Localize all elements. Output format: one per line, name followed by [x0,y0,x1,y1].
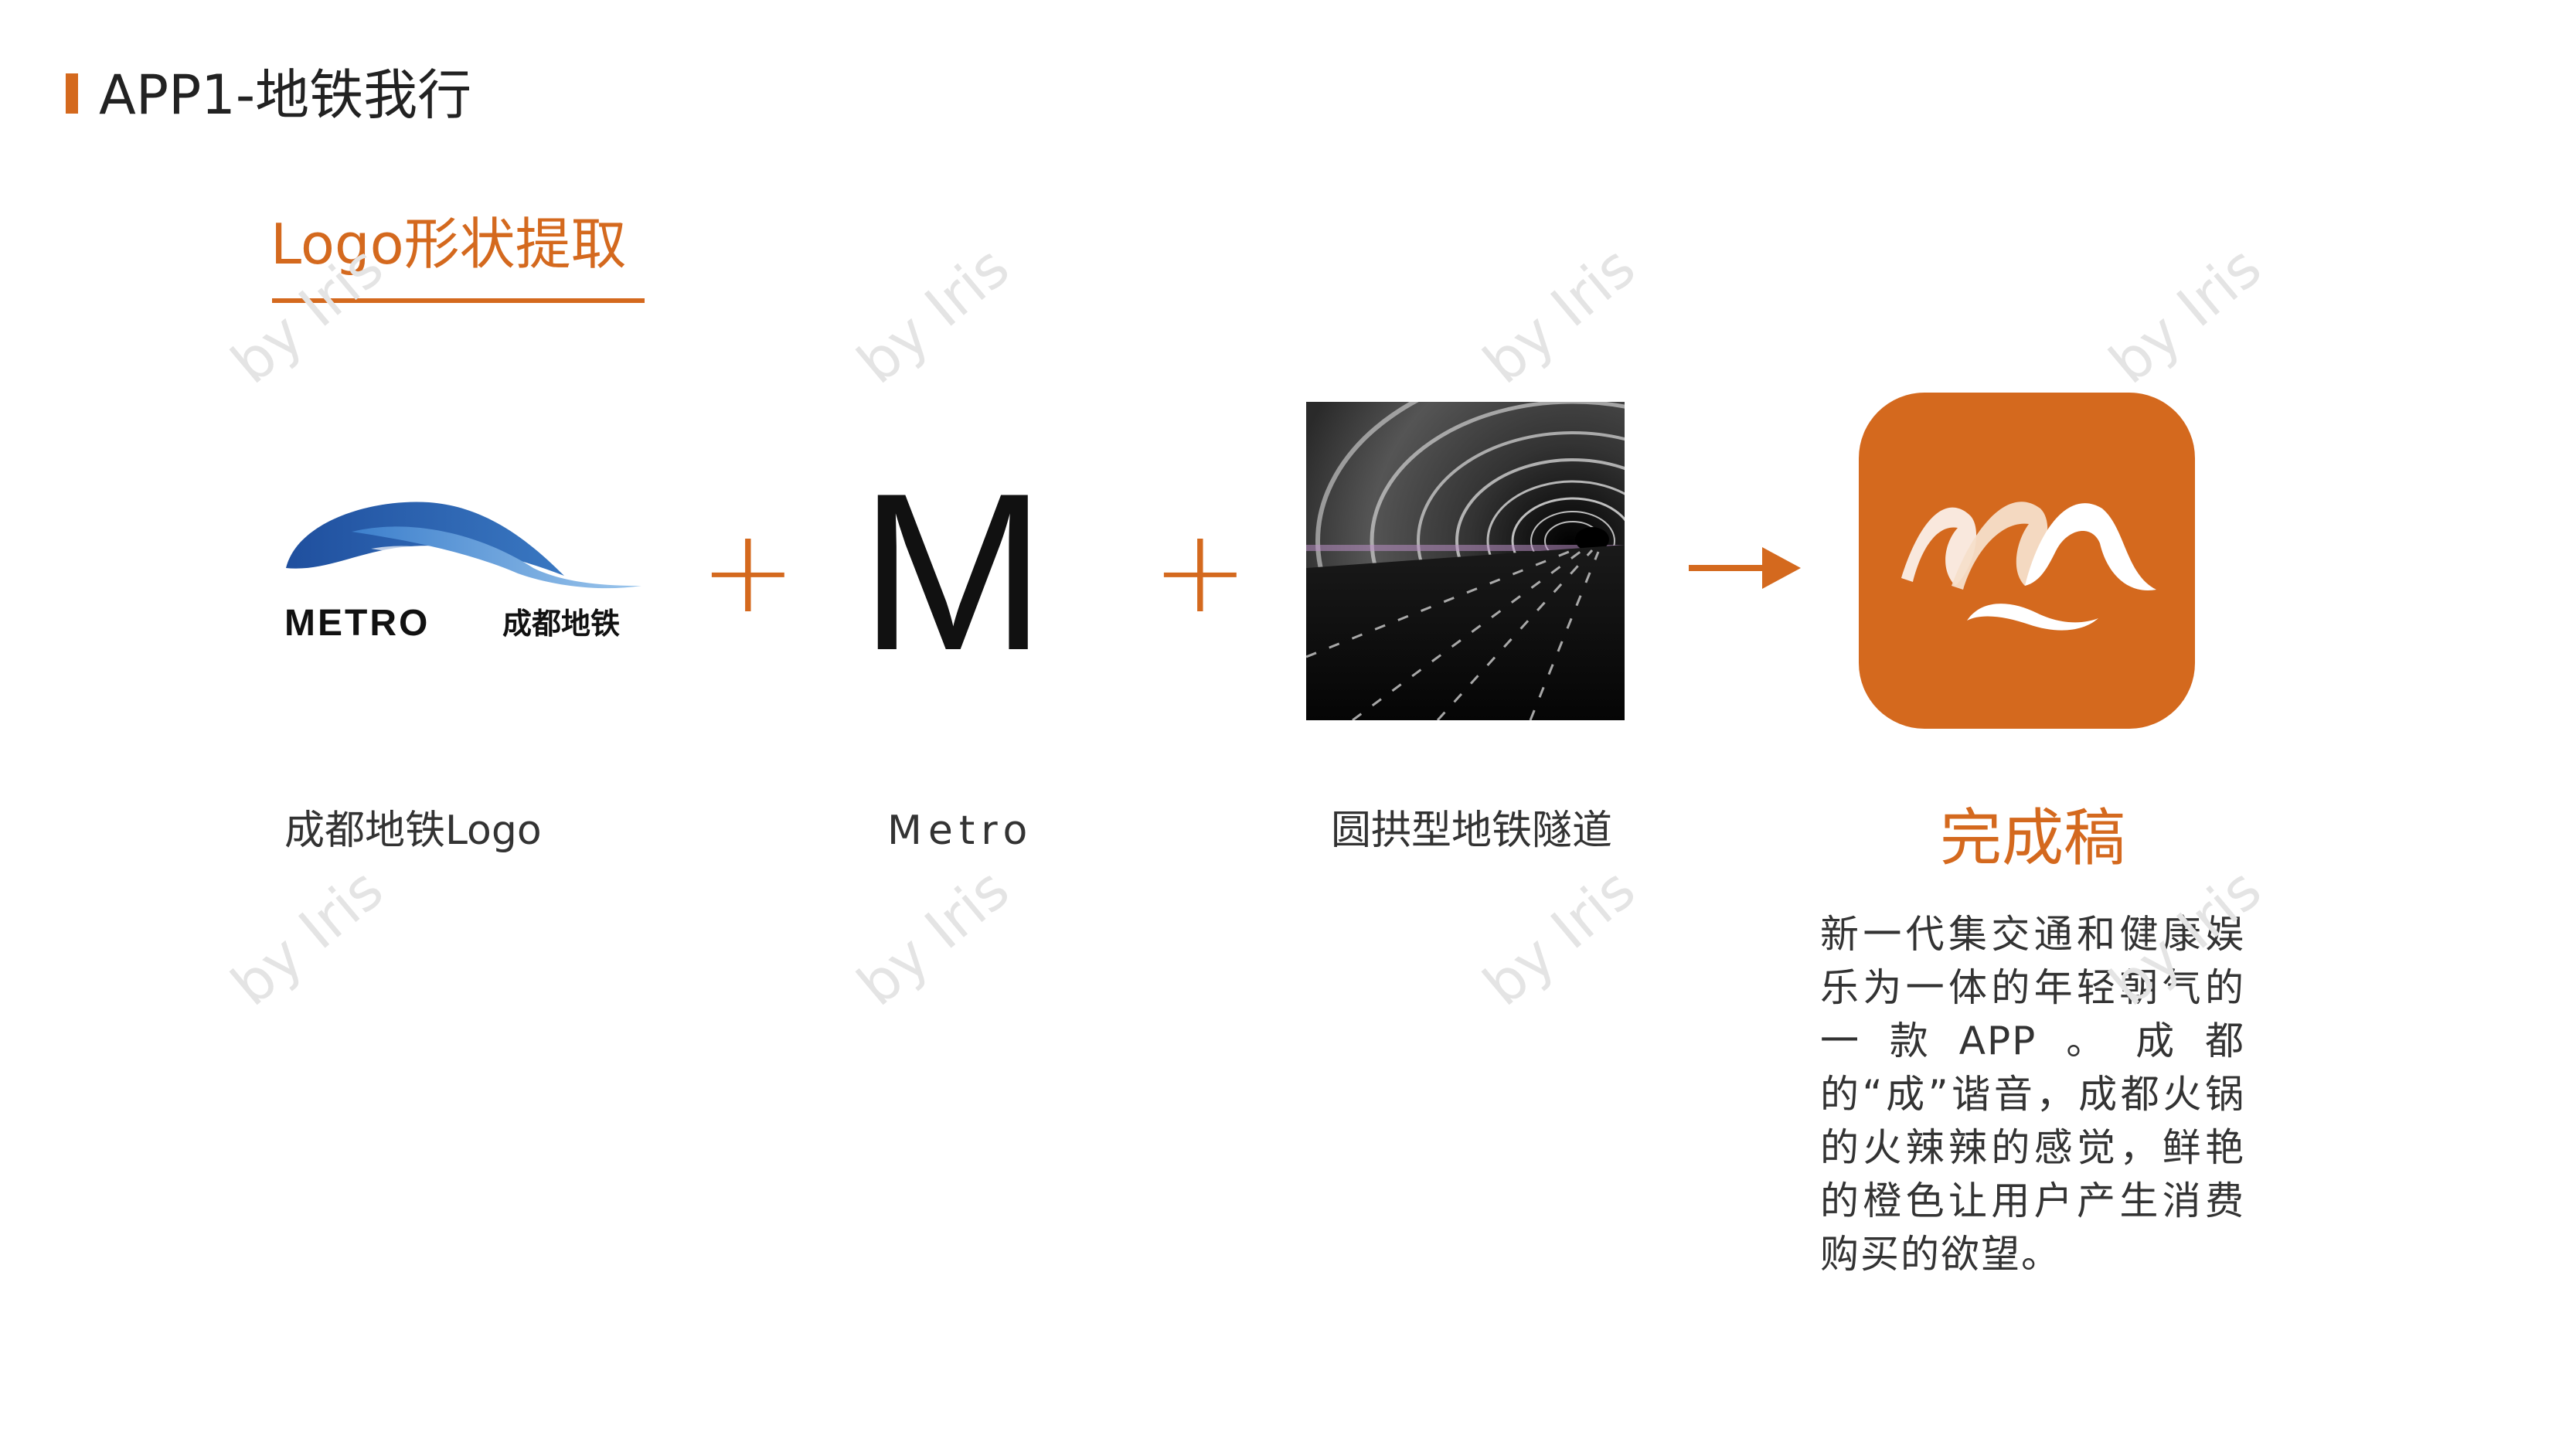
final-design-description: 新一代集交通和健康娱乐为一体的年轻朝气的一款APP。成都的“成”谐音，成都火锅的… [1820,912,2245,1277]
final-app-icon [1859,393,2195,729]
arrow-right-icon [1689,547,1801,589]
watermark: by Iris [219,855,396,1019]
title-accent-bar [66,73,78,114]
metro-letter-m: M [859,447,1046,697]
arched-tunnel-image [1306,402,1625,720]
section-title-underline [272,298,645,303]
metro-logo-cn: 成都地铁 [502,607,620,641]
metro-m-mark-icon [1901,502,2156,631]
page-title: APP1-地铁我行 [99,63,472,127]
watermark: by Iris [2097,233,2274,397]
watermark: by Iris [1471,855,1648,1019]
metro-logo-wordmark: METRO [284,603,430,644]
final-design-title: 完成稿 [1940,802,2125,874]
caption-metro: Metro [887,808,1034,854]
section-title: Logo形状提取 [271,212,627,277]
caption-chengdu-metro-logo: 成都地铁Logo [284,808,542,854]
slide: APP1-地铁我行 Logo形状提取 METRO 成都地铁 + M + 成都地铁… [0,0,2576,1449]
chengdu-metro-logo: METRO 成都地铁 [284,502,641,644]
caption-arched-tunnel: 圆拱型地铁隧道 [1331,808,1613,854]
plus-operator: + [699,505,797,639]
watermark: by Iris [845,233,1022,397]
watermark: by Iris [1471,233,1648,397]
watermark: by Iris [845,855,1022,1019]
plus-operator: + [1152,505,1249,639]
